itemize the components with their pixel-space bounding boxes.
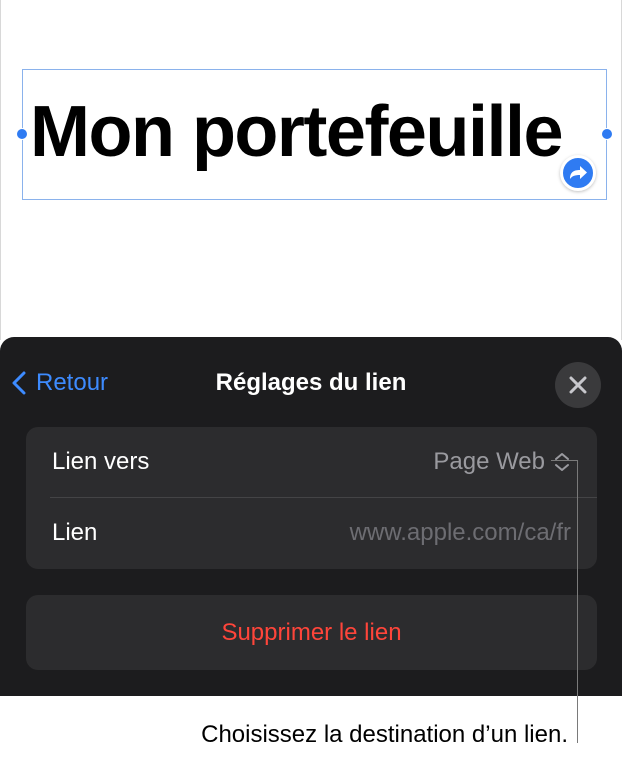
link-to-picker[interactable]: Page Web <box>433 448 571 476</box>
canvas-edge-right <box>621 0 622 340</box>
link-to-value: Page Web <box>433 448 545 475</box>
close-icon <box>569 376 587 394</box>
link-row[interactable]: Lien www.apple.com/ca/fr <box>26 498 597 568</box>
link-settings-group: Lien vers Page Web Lien www.apple.com/ca… <box>26 427 597 569</box>
link-badge[interactable] <box>560 155 596 191</box>
link-to-label: Lien vers <box>52 448 150 475</box>
resize-handle-right[interactable] <box>601 128 613 140</box>
canvas-edge-left <box>0 0 1 340</box>
link-settings-sheet: Retour Réglages du lien Lien vers Page W… <box>0 337 622 696</box>
curved-arrow-icon <box>570 166 587 179</box>
resize-handle-left[interactable] <box>16 128 28 140</box>
link-url-field[interactable]: www.apple.com/ca/fr <box>350 519 571 547</box>
close-button[interactable] <box>555 362 601 408</box>
callout-line-horizontal <box>551 460 578 461</box>
delete-link-button[interactable]: Supprimer le lien <box>26 595 597 670</box>
link-to-row[interactable]: Lien vers Page Web <box>26 427 597 497</box>
title-text[interactable]: Mon portefeuille <box>30 84 610 180</box>
callout-line-vertical <box>577 460 578 743</box>
sheet-title: Réglages du lien <box>215 369 407 396</box>
link-label: Lien <box>52 519 98 546</box>
callout-caption: Choisissez la destination d’un lien. <box>201 721 568 748</box>
chevron-up-down-icon <box>555 453 569 471</box>
